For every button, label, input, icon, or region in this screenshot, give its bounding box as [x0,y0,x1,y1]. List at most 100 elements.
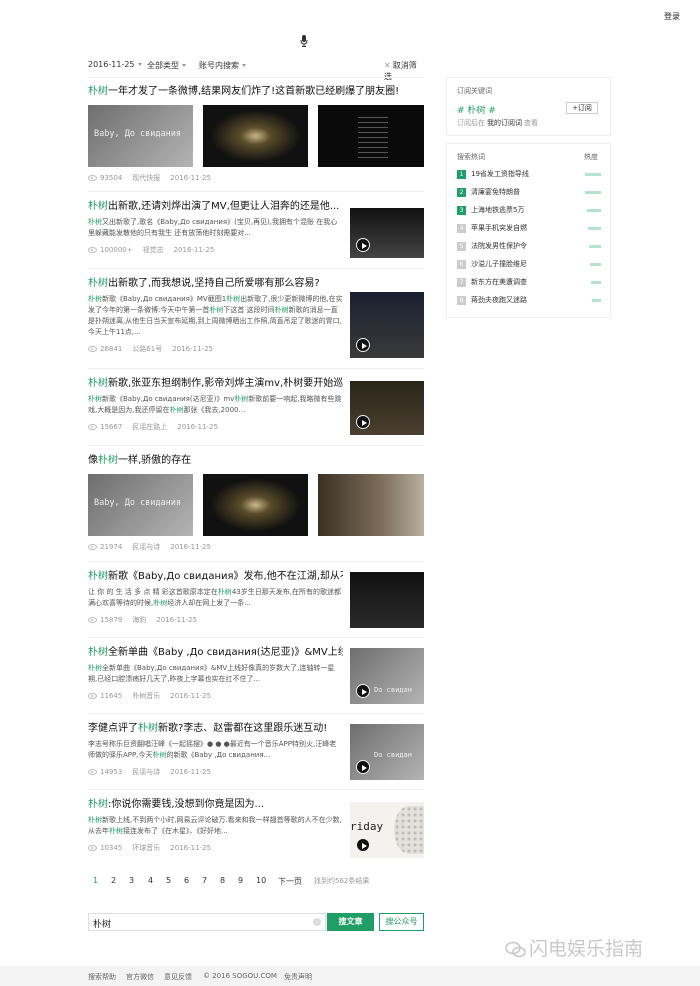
hot-word-item[interactable]: 5 法院发男性保护令 [457,241,601,253]
eye-icon [88,693,97,699]
result-image[interactable] [318,105,424,167]
watermark: 闪电娱乐指南 [505,934,643,961]
hot-word-item[interactable]: 4 苹果手机突发自燃 [457,223,601,235]
result-count: 找到约562条结果 [314,877,370,885]
result-item[interactable]: 朴树全新单曲《Baby ,До свидания(达尼亚)》&MV上线 朴树全新… [88,646,424,706]
help-link[interactable]: 搜索帮助 [88,972,116,982]
result-title[interactable]: 朴树出新歌,还请刘烨出演了MV,但更让人泪奔的还是他... [88,200,343,213]
heat-bar [585,173,601,176]
result-thumbnail[interactable]: Do свидан [350,724,424,780]
heat-bar [591,281,601,284]
result-item[interactable]: 李健点评了朴树新歌?李志、赵雷都在这里跟乐迷互动! 李志号称乐巨资翻唱汪峰《一起… [88,722,424,782]
scope-filter[interactable]: 账号内搜索 [199,60,246,71]
result-meta: 21974 民谣与诗 2016-11-25 [88,542,221,552]
result-title[interactable]: 李健点评了朴树新歌?李志、赵雷都在这里跟乐迷互动! [88,722,343,735]
hot-words-heading: 搜索热词 [457,153,485,161]
page-link-3[interactable]: 3 [129,876,134,885]
search-articles-button[interactable]: 搜文章 [327,913,374,931]
microphone-icon[interactable] [300,35,308,47]
result-image[interactable]: Baby, До свидания [88,105,193,167]
eye-icon [88,544,97,550]
result-thumbnail[interactable]: riday [350,802,424,858]
image-caption: Baby, До свидания [94,498,181,508]
eye-icon [88,845,97,851]
hot-word-item[interactable]: 7 新东方在美遭调查 [457,277,601,289]
disclaimer-link[interactable]: 免责声明 [284,972,312,982]
hot-word-rank: 4 [457,223,466,233]
eye-icon [88,769,97,775]
date-filter[interactable]: 2016-11-25 [88,60,142,69]
page-link-7[interactable]: 7 [202,876,207,885]
result-thumbnail[interactable] [350,381,424,435]
result-meta: 93504 现代快报 2016-11-25 [88,173,221,183]
play-icon[interactable] [356,684,370,698]
play-icon[interactable] [356,838,370,852]
play-icon[interactable] [356,238,370,252]
heat-heading: 热度 [584,153,598,161]
page-link-4[interactable]: 4 [148,876,153,885]
hot-word-item[interactable]: 8 蒋劲夫夜跑又迷路 [457,295,601,307]
next-page-button[interactable]: 下一页 [278,876,302,887]
result-title[interactable]: 朴树新歌《Baby,До свидания》发布,他不在江湖,却从不... [88,570,343,583]
thumbnail-caption: Do свидан [374,751,412,759]
hot-word-rank: 8 [457,295,466,305]
result-item[interactable]: 像朴树一样,骄傲的存在 Baby, До свидания 21974 民谣与诗 2… [88,454,424,554]
thumbnail-caption: riday [350,820,384,833]
result-item[interactable]: 朴树一年才发了一条微博,结果网友们炸了!这首新歌已经刷爆了朋友圈! Baby, … [88,85,424,185]
page-link-8[interactable]: 8 [220,876,225,885]
result-thumbnail[interactable] [350,572,424,628]
result-thumbnail[interactable]: Do свидан [350,648,424,704]
result-item[interactable]: 朴树出新歌,还请刘烨出演了MV,但更让人泪奔的还是他... 朴树又出新歌了,歌名… [88,200,424,260]
page-link-6[interactable]: 6 [184,876,189,885]
result-image[interactable] [318,474,424,536]
result-thumbnail[interactable] [350,292,424,358]
page-link-2[interactable]: 2 [111,876,116,885]
hot-word-item[interactable]: 6 沙溢儿子撞脸维尼 [457,259,601,271]
search-input[interactable]: 朴树 [88,913,326,931]
result-image[interactable]: Baby, До свидания [88,474,193,536]
subscribe-button[interactable]: +订阅 [566,102,598,114]
subscribe-panel: 订阅关键词 # 朴树 # +订阅 订阅后在 我的订阅词 查看 [446,77,611,136]
result-title[interactable]: 朴树新歌,张亚东担纲制作,影帝刘烨主演mv,朴树要开始巡... [88,377,343,390]
hot-word-item[interactable]: 1 19省发工资指导线 [457,169,601,181]
subscribe-heading: 订阅关键词 [457,87,492,95]
search-accounts-button[interactable]: 搜公众号 [379,913,424,931]
page-link-9[interactable]: 9 [238,876,243,885]
search-query: 朴树 [93,920,112,930]
result-thumbnail[interactable] [350,208,424,258]
heat-bar [592,299,601,302]
official-wechat-link[interactable]: 官方微信 [126,972,154,982]
result-title[interactable]: 朴树一年才发了一条微博,结果网友们炸了!这首新歌已经刷爆了朋友圈! [88,85,424,98]
result-summary: 让 你 的 生 活 多 点 精 彩这首歌原本定在朴树43岁生日那天发布,在所有的… [88,588,341,607]
clear-icon[interactable] [313,918,321,926]
play-icon[interactable] [356,760,370,774]
page-link-5[interactable]: 5 [166,876,171,885]
feedback-link[interactable]: 意见反馈 [164,972,192,982]
result-item[interactable]: 朴树出新歌了,而我想说,坚持自己所爱哪有那么容易? 朴树新歌《Baby,До с… [88,277,424,362]
result-title[interactable]: 朴树出新歌了,而我想说,坚持自己所爱哪有那么容易? [88,277,343,290]
cancel-filter-button[interactable]: ✕取消筛选 [384,60,424,82]
hot-word-item[interactable]: 2 清廉宴免特朗普 [457,187,601,199]
type-filter[interactable]: 全部类型 [147,60,186,71]
subscribe-keyword: # 朴树 # [457,106,496,116]
login-link[interactable]: 登录 [664,11,680,22]
result-image[interactable] [203,105,308,167]
hot-word-rank: 3 [457,205,466,215]
result-item[interactable]: 朴树新歌,张亚东担纲制作,影帝刘烨主演mv,朴树要开始巡... 朴树新歌《Bab… [88,377,424,437]
result-item[interactable]: 朴树新歌《Baby,До свидания》发布,他不在江湖,却从不... 让 … [88,570,424,630]
page-link-10[interactable]: 10 [256,876,266,885]
play-icon[interactable] [356,338,370,352]
hot-word-label: 上海地铁逃票5万 [471,206,525,214]
result-item[interactable]: 朴树:你说你需要钱,没想到你竟是因为... 朴树新歌上线,不到两个小时,网易云评… [88,798,424,860]
filter-bar: 2016-11-25 全部类型 账号内搜索 ✕取消筛选 [88,60,424,81]
result-title[interactable]: 朴树全新单曲《Baby ,До свидания(达尼亚)》&MV上线 [88,646,343,659]
page-link-1[interactable]: 1 [93,876,98,885]
result-title[interactable]: 像朴树一样,骄傲的存在 [88,454,424,467]
hot-word-label: 沙溢儿子撞脸维尼 [471,260,527,268]
hot-word-item[interactable]: 3 上海地铁逃票5万 [457,205,601,217]
result-title[interactable]: 朴树:你说你需要钱,没想到你竟是因为... [88,798,343,811]
result-image[interactable] [203,474,308,536]
my-subscriptions-link[interactable]: 我的订阅词 [487,119,522,127]
hot-word-rank: 5 [457,241,466,251]
play-icon[interactable] [356,415,370,429]
